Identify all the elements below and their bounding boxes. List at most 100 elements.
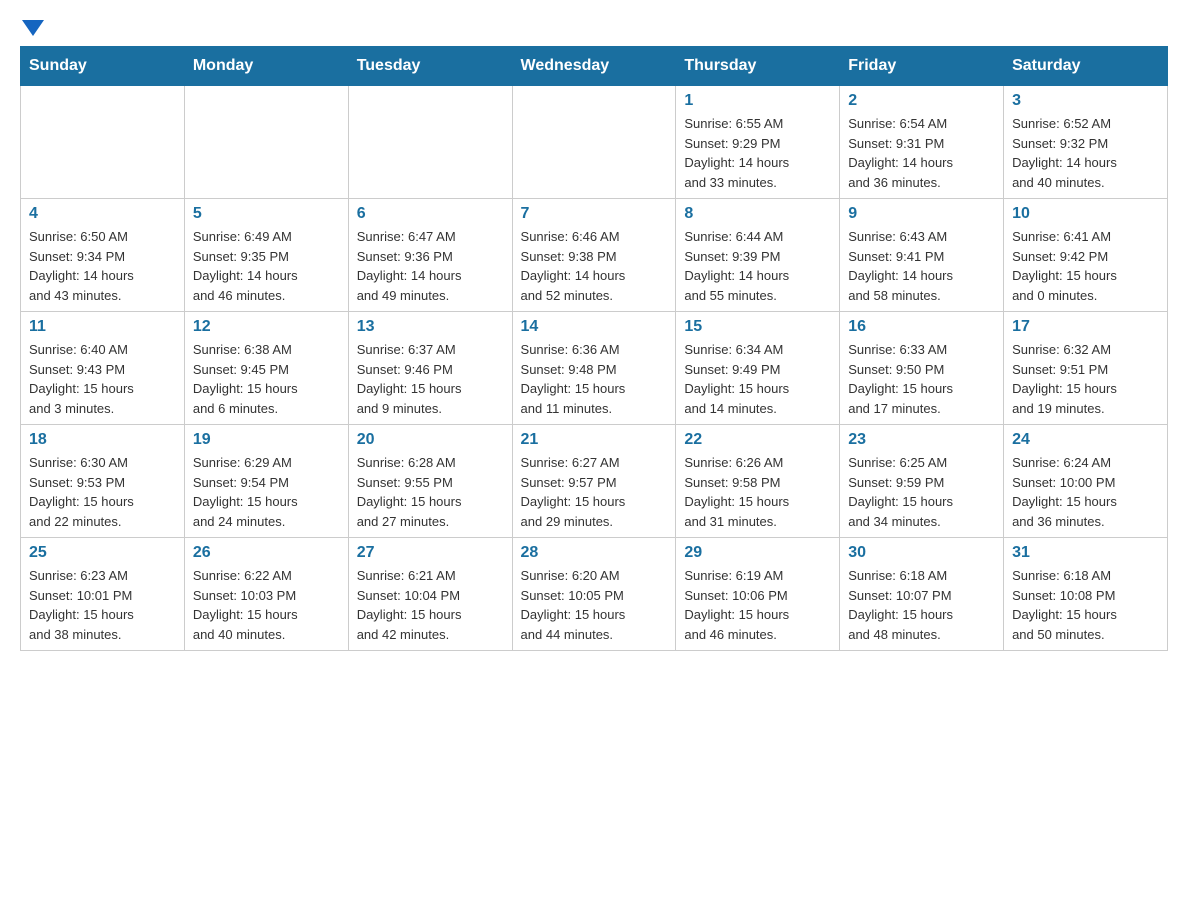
calendar-cell: 9 Sunrise: 6:43 AM Sunset: 9:41 PM Daylig… xyxy=(840,199,1004,312)
day-info: Sunrise: 6:26 AM Sunset: 9:58 PM Dayligh… xyxy=(684,453,831,531)
day-number: 29 xyxy=(684,544,831,562)
day-info: Sunrise: 6:36 AM Sunset: 9:48 PM Dayligh… xyxy=(521,340,668,418)
day-info: Sunrise: 6:54 AM Sunset: 9:31 PM Dayligh… xyxy=(848,114,995,192)
day-info: Sunrise: 6:25 AM Sunset: 9:59 PM Dayligh… xyxy=(848,453,995,531)
day-info: Sunrise: 6:24 AM Sunset: 10:00 PM Daylig… xyxy=(1012,453,1159,531)
day-info: Sunrise: 6:22 AM Sunset: 10:03 PM Daylig… xyxy=(193,566,340,644)
day-info: Sunrise: 6:52 AM Sunset: 9:32 PM Dayligh… xyxy=(1012,114,1159,192)
calendar-cell: 6 Sunrise: 6:47 AM Sunset: 9:36 PM Daylig… xyxy=(348,199,512,312)
day-number: 3 xyxy=(1012,92,1159,110)
calendar-cell: 1 Sunrise: 6:55 AM Sunset: 9:29 PM Daylig… xyxy=(676,86,840,199)
calendar-cell: 23 Sunrise: 6:25 AM Sunset: 9:59 PM Dayli… xyxy=(840,425,1004,538)
day-info: Sunrise: 6:40 AM Sunset: 9:43 PM Dayligh… xyxy=(29,340,176,418)
day-info: Sunrise: 6:32 AM Sunset: 9:51 PM Dayligh… xyxy=(1012,340,1159,418)
day-info: Sunrise: 6:21 AM Sunset: 10:04 PM Daylig… xyxy=(357,566,504,644)
day-info: Sunrise: 6:33 AM Sunset: 9:50 PM Dayligh… xyxy=(848,340,995,418)
calendar-cell: 28 Sunrise: 6:20 AM Sunset: 10:05 PM Dayl… xyxy=(512,538,676,651)
calendar-cell xyxy=(512,86,676,199)
calendar-cell: 15 Sunrise: 6:34 AM Sunset: 9:49 PM Dayli… xyxy=(676,312,840,425)
calendar-cell: 11 Sunrise: 6:40 AM Sunset: 9:43 PM Dayli… xyxy=(21,312,185,425)
day-info: Sunrise: 6:37 AM Sunset: 9:46 PM Dayligh… xyxy=(357,340,504,418)
day-number: 21 xyxy=(521,431,668,449)
day-number: 6 xyxy=(357,205,504,223)
calendar-cell: 17Sunrise: 6:32 AM Sunset: 9:51 PM Dayli… xyxy=(1004,312,1168,425)
day-number: 20 xyxy=(357,431,504,449)
calendar-cell: 22 Sunrise: 6:26 AM Sunset: 9:58 PM Dayli… xyxy=(676,425,840,538)
day-info: Sunrise: 6:49 AM Sunset: 9:35 PM Dayligh… xyxy=(193,227,340,305)
day-info: Sunrise: 6:55 AM Sunset: 9:29 PM Dayligh… xyxy=(684,114,831,192)
day-info: Sunrise: 6:18 AM Sunset: 10:07 PM Daylig… xyxy=(848,566,995,644)
day-number: 23 xyxy=(848,431,995,449)
calendar-cell: 25 Sunrise: 6:23 AM Sunset: 10:01 PM Dayl… xyxy=(21,538,185,651)
week-row-3: 11 Sunrise: 6:40 AM Sunset: 9:43 PM Dayli… xyxy=(21,312,1168,425)
day-number: 31 xyxy=(1012,544,1159,562)
day-number: 15 xyxy=(684,318,831,336)
day-info: Sunrise: 6:28 AM Sunset: 9:55 PM Dayligh… xyxy=(357,453,504,531)
calendar-cell: 2 Sunrise: 6:54 AM Sunset: 9:31 PM Daylig… xyxy=(840,86,1004,199)
column-header-wednesday: Wednesday xyxy=(512,47,676,86)
calendar-cell: 27 Sunrise: 6:21 AM Sunset: 10:04 PM Dayl… xyxy=(348,538,512,651)
week-row-1: 1 Sunrise: 6:55 AM Sunset: 9:29 PM Daylig… xyxy=(21,86,1168,199)
day-info: Sunrise: 6:29 AM Sunset: 9:54 PM Dayligh… xyxy=(193,453,340,531)
day-number: 26 xyxy=(193,544,340,562)
column-header-tuesday: Tuesday xyxy=(348,47,512,86)
calendar-header-row: SundayMondayTuesdayWednesdayThursdayFrid… xyxy=(21,47,1168,86)
calendar-cell: 30 Sunrise: 6:18 AM Sunset: 10:07 PM Dayl… xyxy=(840,538,1004,651)
column-header-sunday: Sunday xyxy=(21,47,185,86)
day-number: 19 xyxy=(193,431,340,449)
calendar-cell: 29 Sunrise: 6:19 AM Sunset: 10:06 PM Dayl… xyxy=(676,538,840,651)
calendar-cell: 14 Sunrise: 6:36 AM Sunset: 9:48 PM Dayli… xyxy=(512,312,676,425)
day-number: 30 xyxy=(848,544,995,562)
day-number: 18 xyxy=(29,431,176,449)
day-info: Sunrise: 6:34 AM Sunset: 9:49 PM Dayligh… xyxy=(684,340,831,418)
day-info: Sunrise: 6:27 AM Sunset: 9:57 PM Dayligh… xyxy=(521,453,668,531)
day-info: Sunrise: 6:50 AM Sunset: 9:34 PM Dayligh… xyxy=(29,227,176,305)
day-info: Sunrise: 6:44 AM Sunset: 9:39 PM Dayligh… xyxy=(684,227,831,305)
calendar-cell: 13 Sunrise: 6:37 AM Sunset: 9:46 PM Dayli… xyxy=(348,312,512,425)
logo-triangle-icon xyxy=(22,20,44,36)
page-header xyxy=(20,20,1168,26)
day-number: 12 xyxy=(193,318,340,336)
day-number: 13 xyxy=(357,318,504,336)
day-number: 10 xyxy=(1012,205,1159,223)
calendar-cell: 8Sunrise: 6:44 AM Sunset: 9:39 PM Daylig… xyxy=(676,199,840,312)
day-number: 1 xyxy=(684,92,831,110)
day-number: 28 xyxy=(521,544,668,562)
calendar-cell: 16 Sunrise: 6:33 AM Sunset: 9:50 PM Dayli… xyxy=(840,312,1004,425)
calendar-cell: 12 Sunrise: 6:38 AM Sunset: 9:45 PM Dayli… xyxy=(184,312,348,425)
day-number: 7 xyxy=(521,205,668,223)
calendar-cell xyxy=(184,86,348,199)
calendar-cell: 10Sunrise: 6:41 AM Sunset: 9:42 PM Dayli… xyxy=(1004,199,1168,312)
day-number: 2 xyxy=(848,92,995,110)
day-number: 22 xyxy=(684,431,831,449)
day-info: Sunrise: 6:18 AM Sunset: 10:08 PM Daylig… xyxy=(1012,566,1159,644)
day-info: Sunrise: 6:43 AM Sunset: 9:41 PM Dayligh… xyxy=(848,227,995,305)
logo xyxy=(20,20,44,26)
day-number: 14 xyxy=(521,318,668,336)
day-number: 11 xyxy=(29,318,176,336)
column-header-friday: Friday xyxy=(840,47,1004,86)
column-header-saturday: Saturday xyxy=(1004,47,1168,86)
calendar-cell: 5Sunrise: 6:49 AM Sunset: 9:35 PM Daylig… xyxy=(184,199,348,312)
day-number: 4 xyxy=(29,205,176,223)
day-info: Sunrise: 6:38 AM Sunset: 9:45 PM Dayligh… xyxy=(193,340,340,418)
day-info: Sunrise: 6:23 AM Sunset: 10:01 PM Daylig… xyxy=(29,566,176,644)
calendar-cell: 7 Sunrise: 6:46 AM Sunset: 9:38 PM Daylig… xyxy=(512,199,676,312)
day-number: 27 xyxy=(357,544,504,562)
calendar-table: SundayMondayTuesdayWednesdayThursdayFrid… xyxy=(20,46,1168,651)
day-info: Sunrise: 6:30 AM Sunset: 9:53 PM Dayligh… xyxy=(29,453,176,531)
calendar-cell: 31 Sunrise: 6:18 AM Sunset: 10:08 PM Dayl… xyxy=(1004,538,1168,651)
day-number: 9 xyxy=(848,205,995,223)
day-info: Sunrise: 6:46 AM Sunset: 9:38 PM Dayligh… xyxy=(521,227,668,305)
calendar-cell: 21 Sunrise: 6:27 AM Sunset: 9:57 PM Dayli… xyxy=(512,425,676,538)
calendar-cell: 24Sunrise: 6:24 AM Sunset: 10:00 PM Dayl… xyxy=(1004,425,1168,538)
calendar-cell: 4 Sunrise: 6:50 AM Sunset: 9:34 PM Daylig… xyxy=(21,199,185,312)
day-info: Sunrise: 6:19 AM Sunset: 10:06 PM Daylig… xyxy=(684,566,831,644)
calendar-cell: 20 Sunrise: 6:28 AM Sunset: 9:55 PM Dayli… xyxy=(348,425,512,538)
column-header-thursday: Thursday xyxy=(676,47,840,86)
day-info: Sunrise: 6:20 AM Sunset: 10:05 PM Daylig… xyxy=(521,566,668,644)
day-number: 16 xyxy=(848,318,995,336)
column-header-monday: Monday xyxy=(184,47,348,86)
day-number: 25 xyxy=(29,544,176,562)
day-info: Sunrise: 6:47 AM Sunset: 9:36 PM Dayligh… xyxy=(357,227,504,305)
